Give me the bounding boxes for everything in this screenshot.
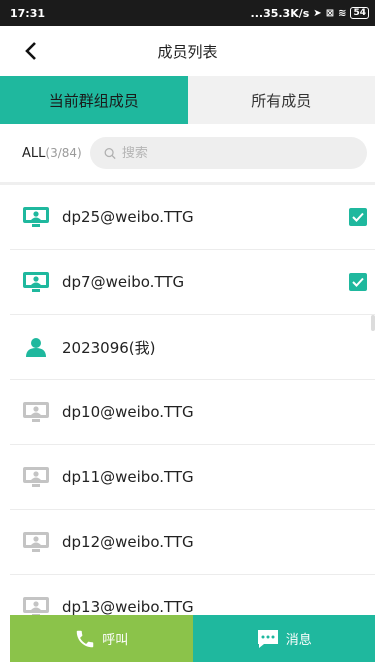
member-name: dp10@weibo.TTG [62, 403, 194, 421]
search-icon [104, 147, 116, 159]
status-indicators: ...35.3K/s ➤ ⊠ ≋ 54 [251, 7, 369, 20]
member-list[interactable]: dp25@weibo.TTG dp7@weibo.TTG 2023096(我) … [10, 185, 375, 615]
device-icon [22, 271, 50, 293]
list-item[interactable]: dp12@weibo.TTG [10, 510, 375, 575]
filter-row: ALL(3/84) [0, 124, 375, 182]
bottom-action-bar: 呼叫 消息 [10, 615, 375, 662]
message-label: 消息 [285, 633, 312, 648]
member-name: dp13@weibo.TTG [62, 598, 194, 615]
page-title: 成员列表 [157, 42, 218, 61]
status-time: 17:31 [10, 6, 46, 20]
search-box[interactable] [89, 137, 367, 169]
back-button[interactable] [18, 38, 44, 64]
device-icon [22, 466, 50, 488]
list-item[interactable]: dp10@weibo.TTG [10, 380, 375, 445]
sim-icon: ⊠ [325, 7, 335, 19]
network-speed: ...35.3K/s [250, 6, 310, 20]
phone-icon [76, 630, 94, 647]
wifi-icon: ≋ [338, 7, 347, 19]
device-icon [22, 531, 50, 553]
search-input[interactable] [121, 145, 367, 161]
nav-bar: 成员列表 [0, 26, 375, 76]
check-icon [352, 277, 364, 287]
device-icon [22, 401, 50, 423]
list-item[interactable]: dp25@weibo.TTG [10, 185, 375, 250]
tab-current-group-members[interactable]: 当前群组成员 [0, 76, 188, 124]
chevron-left-icon [25, 42, 36, 60]
checkbox-checked[interactable] [349, 273, 367, 291]
checkbox-checked[interactable] [349, 208, 367, 226]
list-item[interactable]: dp7@weibo.TTG [10, 250, 375, 315]
tab-all-members[interactable]: 所有成员 [187, 76, 375, 124]
battery-icon: 54 [350, 7, 369, 19]
check-icon [352, 212, 364, 222]
call-button[interactable]: 呼叫 [10, 615, 193, 662]
user-icon [22, 336, 50, 358]
member-count: (3/84) [45, 145, 82, 160]
message-button[interactable]: 消息 [192, 615, 375, 662]
all-label: ALL [22, 145, 46, 161]
list-item[interactable]: dp11@weibo.TTG [10, 445, 375, 510]
scrollbar[interactable] [371, 315, 375, 331]
member-tabs: 当前群组成员 所有成员 [0, 76, 375, 124]
location-icon: ➤ [313, 7, 322, 19]
member-name: dp25@weibo.TTG [62, 208, 194, 226]
list-item[interactable]: dp13@weibo.TTG [10, 575, 375, 615]
status-bar: 17:31 ...35.3K/s ➤ ⊠ ≋ 54 [0, 0, 375, 26]
list-item[interactable]: 2023096(我) [10, 315, 375, 380]
all-filter[interactable]: ALL(3/84) [22, 146, 82, 161]
member-name: 2023096(我) [62, 338, 156, 357]
device-icon [22, 596, 50, 615]
member-name: dp7@weibo.TTG [62, 273, 185, 291]
call-label: 呼叫 [102, 633, 129, 648]
member-name: dp12@weibo.TTG [62, 533, 194, 551]
device-icon [22, 206, 50, 228]
message-icon [257, 629, 278, 648]
member-name: dp11@weibo.TTG [62, 468, 194, 486]
